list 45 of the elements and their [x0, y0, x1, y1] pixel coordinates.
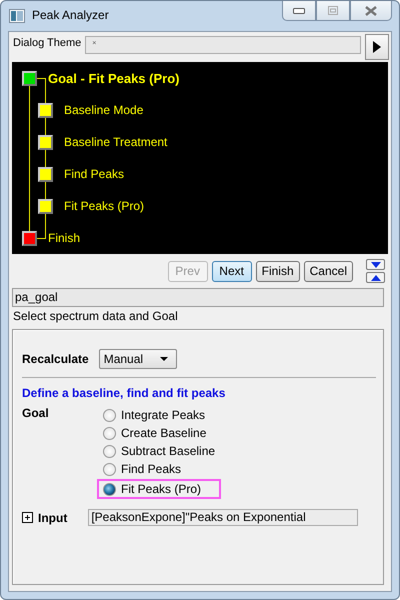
input-field[interactable]: [PeaksonExpone]"Peaks on Exponential — [88, 509, 358, 526]
input-label: Input — [38, 510, 68, 524]
close-button[interactable] — [350, 1, 392, 21]
nav-button[interactable]: Cancel — [304, 260, 353, 282]
minimize-button[interactable] — [282, 1, 316, 21]
down-triangle-icon — [370, 262, 380, 268]
step-node[interactable] — [38, 134, 53, 150]
minimize-icon — [293, 8, 305, 14]
radio-option[interactable]: Integrate Peaks — [97, 406, 222, 424]
step-node[interactable] — [38, 102, 53, 118]
expand-icon[interactable] — [22, 512, 33, 523]
step-label[interactable]: Find Peaks — [64, 167, 124, 181]
play-button[interactable] — [365, 34, 389, 60]
step-label[interactable]: Baseline Treatment — [64, 135, 168, 149]
recalculate-dropdown[interactable]: Manual — [98, 349, 177, 369]
up-arrow-button[interactable] — [366, 272, 385, 283]
radio-option[interactable]: Subtract Baseline — [97, 442, 222, 460]
maximize-icon — [328, 6, 338, 15]
step-node[interactable] — [22, 70, 37, 86]
app-icon — [9, 9, 25, 23]
step-node[interactable] — [38, 198, 53, 214]
window-title: Peak Analyzer — [32, 8, 109, 22]
down-arrow-button[interactable] — [366, 259, 385, 270]
play-icon — [373, 41, 381, 53]
page-description: Select spectrum data and Goal — [13, 309, 179, 325]
dropdown-caret-icon — [160, 357, 168, 361]
step-node[interactable] — [38, 166, 53, 182]
nav-button[interactable]: Next — [212, 260, 252, 282]
radio-option[interactable]: Create Baseline — [97, 424, 222, 442]
step-label[interactable]: Fit Peaks (Pro) — [64, 199, 144, 213]
step-label[interactable]: Finish — [48, 231, 80, 245]
step-label[interactable]: Baseline Mode — [64, 103, 144, 117]
close-icon — [365, 6, 377, 16]
theme-label: Dialog Theme — [13, 37, 82, 49]
step-label[interactable]: Goal - Fit Peaks (Pro) — [48, 70, 180, 86]
recalculate-label: Recalculate — [22, 352, 89, 366]
radio-option[interactable]: Fit Peaks (Pro) — [97, 479, 222, 499]
up-triangle-icon — [370, 274, 380, 280]
page-name-field: pa_goal — [12, 288, 384, 307]
section-title: Define a baseline, find and fit peaks — [22, 385, 226, 402]
step-node[interactable] — [22, 230, 37, 246]
goal-label: Goal — [22, 406, 50, 422]
nav-button[interactable]: Finish — [256, 260, 300, 282]
maximize-button[interactable] — [316, 1, 350, 21]
radio-option[interactable]: Find Peaks — [97, 460, 222, 478]
